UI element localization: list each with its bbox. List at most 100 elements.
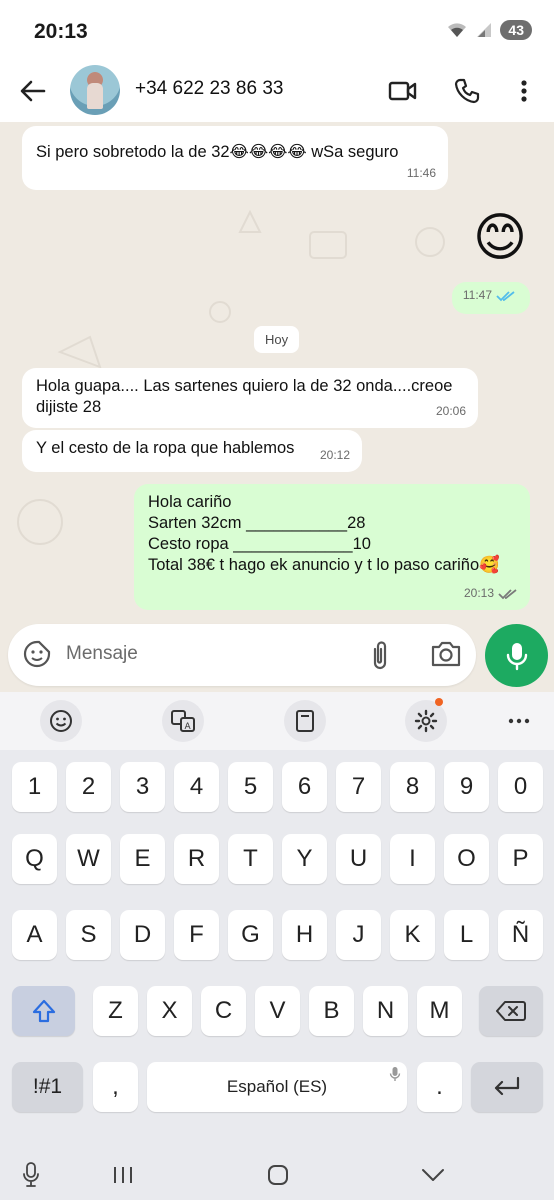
microphone-small-icon (389, 1067, 401, 1081)
message-input[interactable]: Mensaje (66, 643, 138, 665)
more-tools-button[interactable] (498, 700, 540, 742)
attach-button[interactable] (366, 639, 394, 676)
key-q[interactable]: Q (12, 834, 57, 884)
key-p[interactable]: P (498, 834, 543, 884)
message-time-wrap: 20:13 (464, 583, 518, 604)
key-d[interactable]: D (120, 910, 165, 960)
key-w[interactable]: W (66, 834, 111, 884)
enter-key[interactable] (471, 1062, 543, 1112)
enter-arrow-icon (494, 1076, 520, 1096)
video-call-button[interactable] (386, 74, 420, 108)
video-camera-icon (388, 81, 417, 101)
microphone-icon (506, 642, 527, 670)
home-button[interactable] (261, 1158, 295, 1192)
space-bar[interactable]: Español (ES) (147, 1062, 407, 1112)
key-g[interactable]: G (228, 910, 273, 960)
recent-apps-button[interactable] (106, 1158, 140, 1192)
phone-icon (454, 78, 480, 104)
more-options-button[interactable] (507, 74, 541, 108)
key-5[interactable]: 5 (228, 762, 273, 812)
keyboard-settings-button[interactable] (405, 698, 447, 742)
key-9[interactable]: 9 (444, 762, 489, 812)
key-6[interactable]: 6 (282, 762, 327, 812)
comma-key[interactable]: , (93, 1062, 138, 1112)
sticker-icon (23, 640, 51, 668)
key-n[interactable]: N (363, 986, 408, 1036)
key-i[interactable]: I (390, 834, 435, 884)
key-h[interactable]: H (282, 910, 327, 960)
key-m[interactable]: M (417, 986, 462, 1036)
clipboard-button[interactable] (284, 700, 326, 742)
key-4[interactable]: 4 (174, 762, 219, 812)
message-text: Y el cesto de la ropa que hablemos (36, 439, 295, 457)
status-bar: 20:13 43 (0, 0, 554, 62)
period-key[interactable]: . (417, 1062, 462, 1112)
status-time: 20:13 (34, 20, 88, 43)
message-bubble-incoming[interactable]: Si pero sobretodo la de 32😂😂😂😂 wSa segur… (22, 126, 448, 190)
backspace-key[interactable] (479, 986, 543, 1036)
key-8[interactable]: 8 (390, 762, 435, 812)
key-y[interactable]: Y (282, 834, 327, 884)
voice-call-button[interactable] (450, 74, 484, 108)
translate-button[interactable]: A (162, 700, 204, 742)
key-7[interactable]: 7 (336, 762, 381, 812)
emoji-message[interactable]: 😊 (470, 208, 530, 268)
back-button[interactable] (16, 74, 50, 108)
key-o[interactable]: O (444, 834, 489, 884)
key-c[interactable]: C (201, 986, 246, 1036)
more-vertical-icon (521, 80, 527, 102)
avatar[interactable] (70, 65, 120, 115)
read-ticks-icon (496, 290, 515, 301)
key-l[interactable]: L (444, 910, 489, 960)
key-u[interactable]: U (336, 834, 381, 884)
message-time: 20:06 (435, 404, 466, 418)
day-divider: Hoy (254, 326, 300, 353)
voice-input-button[interactable] (14, 1158, 48, 1192)
key-j[interactable]: J (336, 910, 381, 960)
svg-text:A: A (185, 722, 192, 732)
battery-indicator: 43 (500, 20, 532, 40)
key-b[interactable]: B (309, 986, 354, 1036)
key-1[interactable]: 1 (12, 762, 57, 812)
recent-apps-icon (114, 1167, 132, 1183)
home-icon (268, 1165, 288, 1185)
key-a[interactable]: A (12, 910, 57, 960)
smiley-icon (50, 710, 72, 732)
voice-record-button[interactable] (485, 624, 548, 687)
key-v[interactable]: V (255, 986, 300, 1036)
emoji-keyboard-button[interactable] (40, 700, 82, 742)
key-r[interactable]: R (174, 834, 219, 884)
hide-keyboard-button[interactable] (416, 1158, 450, 1192)
key-n-tilde[interactable]: Ñ (498, 910, 543, 960)
paperclip-icon (373, 641, 387, 670)
message-line: Cesto ropa _____________10 (148, 535, 371, 553)
message-bubble-outgoing[interactable]: 11:47 (452, 282, 530, 314)
symbols-key[interactable]: !#1 (12, 1062, 83, 1112)
key-z[interactable]: Z (93, 986, 138, 1036)
key-2[interactable]: 2 (66, 762, 111, 812)
sticker-button[interactable] (22, 639, 52, 674)
contact-name[interactable]: +34 622 23 86 33 (135, 78, 283, 100)
keyboard-toolbar: A (0, 692, 554, 750)
camera-button[interactable] (430, 639, 462, 674)
key-f[interactable]: F (174, 910, 219, 960)
key-e[interactable]: E (120, 834, 165, 884)
key-t[interactable]: T (228, 834, 273, 884)
message-bubble-incoming[interactable]: Hola guapa.... Las sartenes quiero la de… (22, 368, 478, 428)
key-0[interactable]: 0 (498, 762, 543, 812)
signal-icon (477, 23, 492, 37)
message-bubble-incoming[interactable]: Y el cesto de la ropa que hablemos 20:12 (22, 430, 362, 472)
message-line: Sarten 32cm ___________28 (148, 514, 366, 532)
delivered-ticks-icon (498, 588, 517, 599)
message-bubble-outgoing[interactable]: Hola cariño Sarten 32cm ___________28 Ce… (134, 484, 530, 610)
key-s[interactable]: S (66, 910, 111, 960)
clipboard-icon (296, 710, 314, 732)
shift-key[interactable] (12, 986, 75, 1036)
key-k[interactable]: K (390, 910, 435, 960)
chat-area: Si pero sobretodo la de 32😂😂😂😂 wSa segur… (0, 122, 554, 692)
space-label: Español (ES) (226, 1077, 328, 1096)
key-3[interactable]: 3 (120, 762, 165, 812)
key-x[interactable]: X (147, 986, 192, 1036)
message-line: Total 38€ t hago ek anuncio y t lo paso … (148, 556, 500, 574)
emoji-text: 😊 (472, 209, 528, 267)
